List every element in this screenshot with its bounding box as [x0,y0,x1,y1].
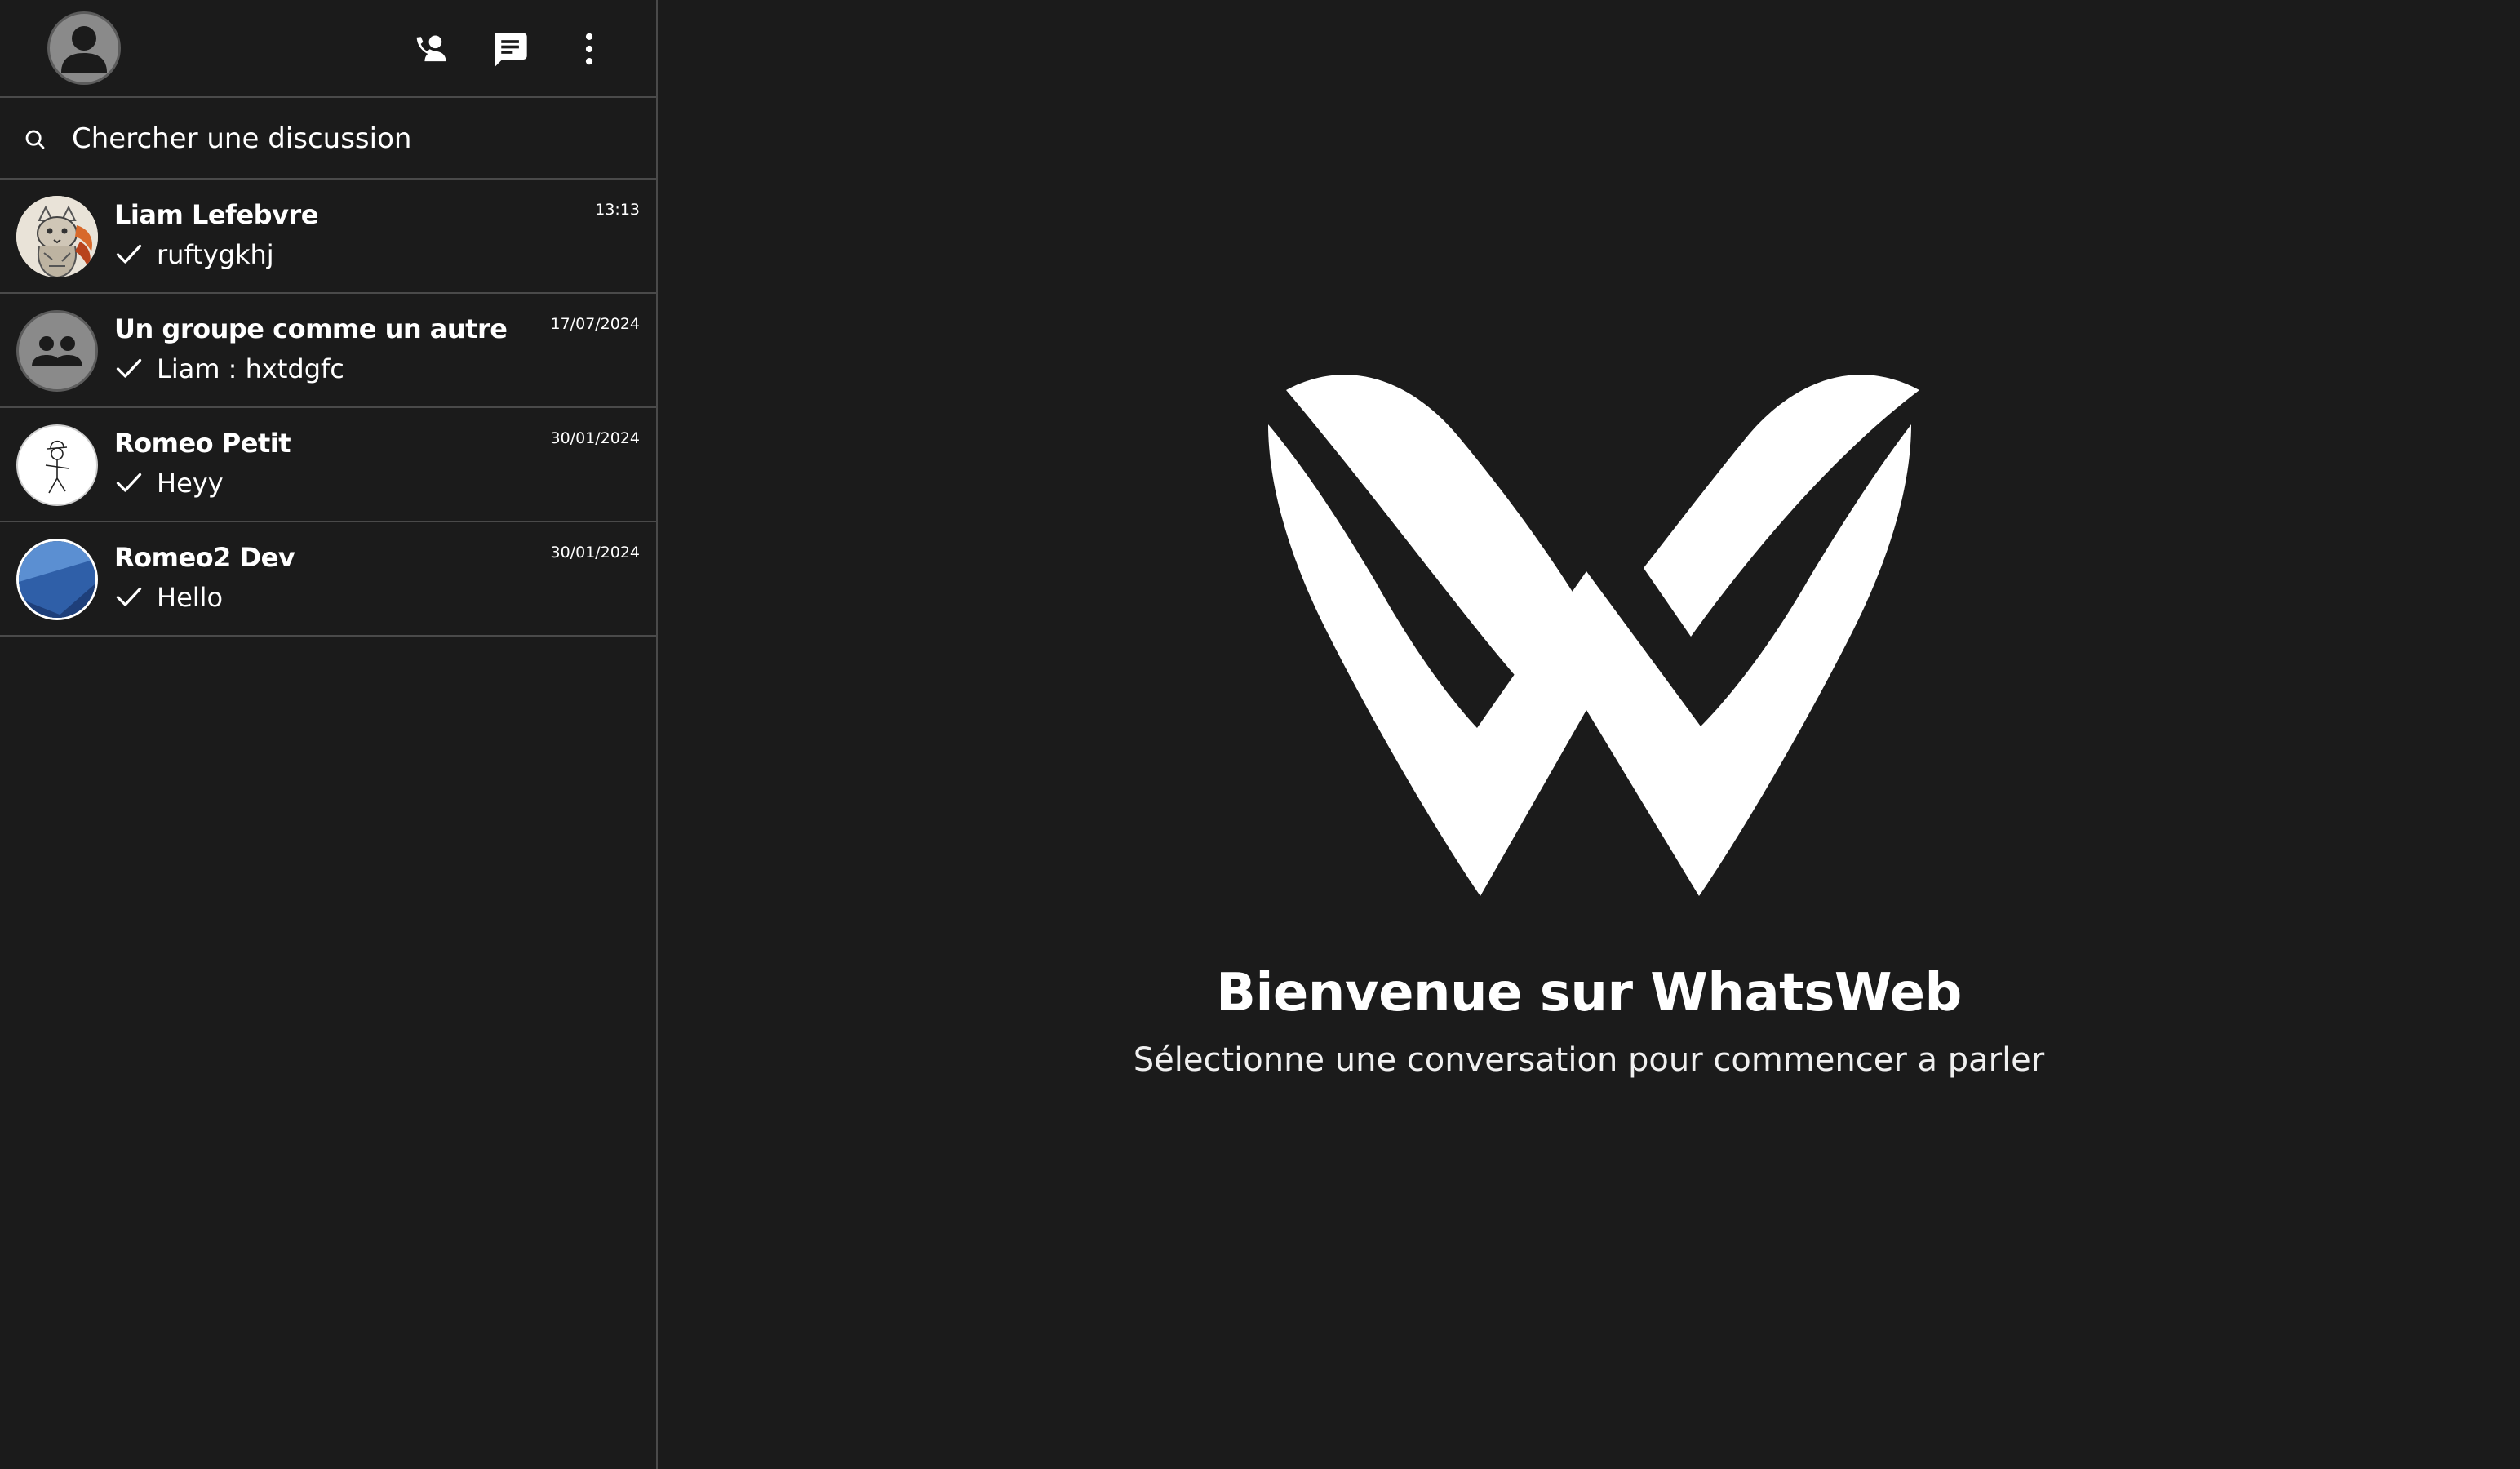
stick-figure-avatar [16,424,98,506]
chat-last-message: Heyy [157,468,224,499]
search-input[interactable] [72,116,627,162]
search-bar [0,98,656,180]
blue-gradient-image [19,541,95,618]
new-chat-icon[interactable] [488,28,530,70]
cat-sketch-avatar [16,196,98,277]
group-avatar [16,310,98,392]
chat-last-message: Liam : hxtdgfc [157,353,344,384]
chat-last-message: Hello [157,582,224,613]
chat-name: Romeo2 Dev [114,542,295,573]
chat-name: Liam Lefebvre [114,199,318,230]
welcome-subtitle: Sélectionne une conversation pour commen… [1133,1041,2045,1079]
chat-item-romeo-petit[interactable]: Romeo Petit Heyy 30/01/2024 [0,408,656,522]
check-icon [116,358,142,378]
chat-list: Liam Lefebvre ruftygkhj 13:13 Un groupe … [0,180,656,637]
chat-last-message-row: ruftygkhj [114,238,274,271]
chat-time: 13:13 [595,201,640,219]
blue-gradient-avatar [16,539,98,620]
stick-figure-image [45,440,69,494]
chat-last-message-row: Liam : hxtdgfc [114,353,344,385]
check-icon [116,473,142,492]
chat-item-group[interactable]: Un groupe comme un autre Liam : hxtdgfc … [0,294,656,408]
contact-call-icon[interactable] [410,28,452,70]
chat-time: 30/01/2024 [550,429,640,447]
search-icon [25,130,45,149]
sidebar-header [0,0,656,98]
check-icon [116,244,142,264]
chat-name: Romeo Petit [114,428,291,459]
welcome-title: Bienvenue sur WhatsWeb [1216,963,1962,1023]
check-icon [116,587,142,606]
user-avatar[interactable] [47,11,121,85]
chat-name: Un groupe comme un autre [114,313,508,344]
app-window: Liam Lefebvre ruftygkhj 13:13 [0,0,2520,1469]
more-options-icon[interactable] [568,28,610,70]
whatsweb-logo [1268,375,1919,896]
chat-last-message-row: Hello [114,581,223,614]
welcome-panel: Bienvenue sur WhatsWeb Sélectionne une c… [658,0,2520,1469]
chat-last-message-row: Heyy [114,467,224,499]
chat-item-romeo2-dev[interactable]: Romeo2 Dev Hello 30/01/2024 [0,522,656,637]
chat-item-liam-lefebvre[interactable]: Liam Lefebvre ruftygkhj 13:13 [0,180,656,294]
chat-time: 30/01/2024 [550,544,640,561]
group-icon [32,336,82,366]
person-icon [61,26,107,73]
chat-time: 17/07/2024 [550,315,640,333]
cat-sketch-image [16,196,98,277]
chat-last-message: ruftygkhj [157,239,274,270]
sidebar: Liam Lefebvre ruftygkhj 13:13 [0,0,658,1469]
